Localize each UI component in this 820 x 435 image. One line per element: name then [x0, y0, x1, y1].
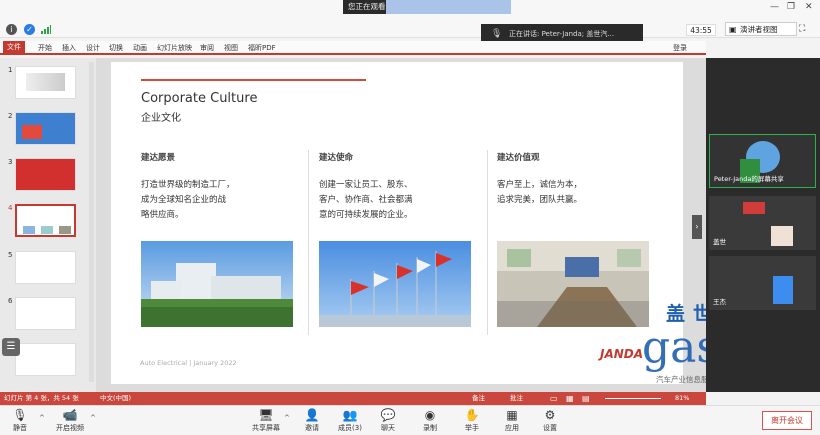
login-link[interactable]: 登录	[673, 43, 687, 53]
meeting-toolbar: 🎙 静音 📹 开启视频 🖥 共享屏幕 👤 邀请 👥 成员(3) 💬 聊天 ◉ 录制 ✋ 举手 ▦…	[0, 405, 820, 435]
microphone-icon: 🎙	[12, 408, 28, 422]
participant-tile[interactable]: 盖世	[709, 196, 816, 250]
menu-list-icon[interactable]: ☰	[2, 338, 20, 356]
slide-thumbnail[interactable]	[15, 251, 76, 284]
thumb-number: 4	[8, 204, 13, 212]
reading-view-icon[interactable]: ▤	[582, 392, 590, 405]
share-screen-icon: 🖥	[258, 408, 274, 422]
menu-home[interactable]: 开始	[38, 43, 52, 53]
thumb-scrollbar[interactable]	[89, 62, 94, 382]
watermark-janda: JANDA	[598, 347, 643, 361]
title-accent-line	[141, 79, 366, 81]
flags-photo	[319, 241, 471, 327]
menu-foxit-pdf[interactable]: 福昕PDF	[248, 43, 276, 53]
menu-file[interactable]: 文件	[3, 41, 25, 54]
fullscreen-icon[interactable]: ⛶	[799, 24, 805, 34]
members-button[interactable]: 👥 成员(3)	[334, 408, 366, 433]
leave-meeting-button[interactable]: 离开会议	[762, 411, 812, 430]
values-heading: 建达价值观	[497, 153, 540, 163]
record-icon: ◉	[424, 408, 436, 422]
share-screen-button[interactable]: 🖥 共享屏幕	[248, 408, 284, 433]
gear-icon: ⚙	[544, 408, 556, 422]
notes-button[interactable]: 备注	[472, 392, 485, 405]
zoom-level[interactable]: 81%	[675, 392, 689, 405]
shield-icon[interactable]: ✓	[24, 24, 35, 35]
restore-icon[interactable]: ❐	[787, 2, 795, 12]
ppt-status-bar: 幻灯片 第 4 张，共 54 张 中文(中国) 备注 批注 ▭ ▦ ▤ 81%	[0, 392, 706, 405]
column-divider	[487, 150, 488, 335]
menu-slideshow[interactable]: 幻灯片放映	[157, 43, 192, 53]
participant-name: 王杰	[713, 298, 726, 306]
thumb-number: 5	[8, 251, 13, 259]
apps-button[interactable]: ▦ 应用	[496, 408, 528, 433]
slide-thumbnail[interactable]	[15, 66, 76, 99]
invite-icon: 👤	[304, 408, 320, 422]
factory-photo	[141, 241, 293, 327]
presenter-icon: ▣	[729, 25, 737, 34]
meeting-timer: 43:55	[686, 24, 716, 36]
video-off-icon: 📹	[62, 408, 78, 422]
slide-thumbnail[interactable]	[15, 297, 76, 330]
redacted-name	[386, 0, 511, 14]
minimize-icon[interactable]: —	[770, 2, 779, 12]
slide-title-zh: 企业文化	[141, 113, 181, 124]
signal-icon[interactable]	[41, 25, 51, 34]
slide-thumbnail[interactable]	[15, 158, 76, 191]
slide-title-en: Corporate Culture	[141, 91, 258, 106]
chat-icon: 💬	[380, 408, 396, 422]
menu-transitions[interactable]: 切换	[109, 43, 123, 53]
comments-button[interactable]: 批注	[510, 392, 523, 405]
thumb-number: 1	[8, 66, 13, 74]
participant-tile[interactable]: 王杰	[709, 256, 816, 310]
values-text: 客户至上，诚信为本， 追求完美，团队共赢。	[497, 180, 583, 205]
mute-options-chevron-icon[interactable]: ^	[39, 414, 45, 422]
participant-name: 盖世	[713, 238, 726, 246]
column-divider	[308, 150, 309, 335]
slide-footer: Auto Electrical | January 2022	[140, 359, 237, 367]
menu-design[interactable]: 设计	[86, 43, 100, 53]
video-button[interactable]: 📹 开启视频	[52, 408, 88, 433]
apps-icon: ▦	[506, 408, 518, 422]
menu-animations[interactable]: 动画	[133, 43, 147, 53]
participant-gallery: Peter-Janda的屏幕共享 盖世 王杰	[706, 58, 820, 392]
invite-button[interactable]: 👤 邀请	[296, 408, 328, 433]
video-options-chevron-icon[interactable]: ^	[90, 414, 96, 422]
mission-heading: 建达使命	[319, 153, 354, 163]
record-button[interactable]: ◉ 录制	[414, 408, 446, 433]
members-icon: 👥	[342, 408, 358, 422]
thumb-number: 3	[8, 158, 13, 166]
info-icon[interactable]: i	[6, 24, 17, 35]
thumb-number: 2	[8, 112, 13, 120]
slide-counter: 幻灯片 第 4 张，共 54 张	[4, 394, 79, 402]
menu-review[interactable]: 审阅	[200, 43, 214, 53]
hand-icon: ✋	[464, 408, 480, 422]
viewing-banner: 您正在观看	[343, 0, 511, 14]
screen-share-tile[interactable]: Peter-Janda的屏幕共享	[709, 134, 816, 188]
slide-thumbnail[interactable]	[15, 112, 76, 145]
share-options-chevron-icon[interactable]: ^	[284, 414, 290, 422]
zoom-slider[interactable]	[605, 398, 661, 399]
thumb-number: 6	[8, 297, 13, 305]
language-indicator[interactable]: 中文(中国)	[100, 392, 131, 405]
chat-button[interactable]: 💬 聊天	[372, 408, 404, 433]
slide-thumbnail[interactable]	[15, 343, 76, 376]
sorter-view-icon[interactable]: ▦	[566, 392, 574, 405]
menu-insert[interactable]: 插入	[62, 43, 76, 53]
presenter-view-button[interactable]: ▣ 演讲者视图	[725, 22, 797, 36]
normal-view-icon[interactable]: ▭	[550, 392, 558, 405]
ppt-ribbon: 文件 开始 插入 设计 切换 动画 幻灯片放映 审阅 视图 福昕PDF 登录	[0, 41, 706, 55]
vision-text: 打造世界级的制造工厂， 成为全球知名企业的战 略供应商。	[141, 180, 235, 220]
close-icon[interactable]: ✕	[805, 2, 813, 12]
collapse-gallery-icon[interactable]: ›	[692, 215, 702, 239]
menu-view[interactable]: 视图	[224, 43, 238, 53]
vision-heading: 建达愿景	[141, 153, 176, 163]
settings-button[interactable]: ⚙ 设置	[534, 408, 566, 433]
mission-text: 创建一家让员工、股东、 客户、协作商、社会都满 意的可持续发展的企业。	[319, 180, 413, 220]
slide-thumbnail-active[interactable]	[15, 204, 76, 237]
mute-button[interactable]: 🎙 静音	[4, 408, 36, 433]
raise-hand-button[interactable]: ✋ 举手	[456, 408, 488, 433]
share-label: Peter-Janda的屏幕共享	[714, 175, 784, 183]
